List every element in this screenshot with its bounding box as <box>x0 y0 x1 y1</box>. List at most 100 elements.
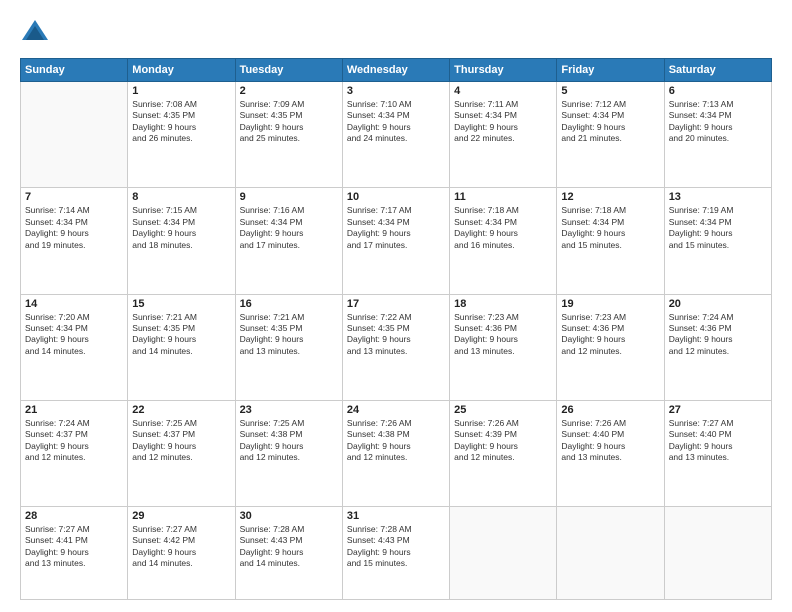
day-info: Sunrise: 7:27 AM Sunset: 4:41 PM Dayligh… <box>25 524 123 570</box>
day-info: Sunrise: 7:17 AM Sunset: 4:34 PM Dayligh… <box>347 205 445 251</box>
day-number: 19 <box>561 298 659 310</box>
calendar-day-cell <box>557 507 664 600</box>
day-number: 27 <box>669 404 767 416</box>
day-info: Sunrise: 7:24 AM Sunset: 4:36 PM Dayligh… <box>669 312 767 358</box>
day-info: Sunrise: 7:14 AM Sunset: 4:34 PM Dayligh… <box>25 205 123 251</box>
day-info: Sunrise: 7:26 AM Sunset: 4:38 PM Dayligh… <box>347 418 445 464</box>
calendar-day-cell: 24 Sunrise: 7:26 AM Sunset: 4:38 PM Dayli… <box>342 400 449 506</box>
calendar-day-cell: 6 Sunrise: 7:13 AM Sunset: 4:34 PM Daylig… <box>664 82 771 188</box>
day-info: Sunrise: 7:23 AM Sunset: 4:36 PM Dayligh… <box>454 312 552 358</box>
day-number: 6 <box>669 85 767 97</box>
calendar-day-cell: 3Sunrise: 7:10 AM Sunset: 4:34 PM Daylig… <box>342 82 449 188</box>
day-info: Sunrise: 7:21 AM Sunset: 4:35 PM Dayligh… <box>240 312 338 358</box>
day-info: Sunrise: 7:18 AM Sunset: 4:34 PM Dayligh… <box>454 205 552 251</box>
calendar-day-cell <box>450 507 557 600</box>
day-info: Sunrise: 7:27 AM Sunset: 4:42 PM Dayligh… <box>132 524 230 570</box>
calendar-day-cell: 8 Sunrise: 7:15 AM Sunset: 4:34 PM Daylig… <box>128 188 235 294</box>
day-number: 8 <box>132 191 230 203</box>
calendar-day-cell: 5Sunrise: 7:12 AM Sunset: 4:34 PM Daylig… <box>557 82 664 188</box>
day-number: 21 <box>25 404 123 416</box>
day-number: 14 <box>25 298 123 310</box>
day-number: 29 <box>132 510 230 522</box>
day-info: Sunrise: 7:25 AM Sunset: 4:38 PM Dayligh… <box>240 418 338 464</box>
day-info: Sunrise: 7:08 AM Sunset: 4:35 PM Dayligh… <box>132 99 230 145</box>
day-info: Sunrise: 7:20 AM Sunset: 4:34 PM Dayligh… <box>25 312 123 358</box>
calendar-day-cell: 1 Sunrise: 7:08 AM Sunset: 4:35 PM Daylig… <box>128 82 235 188</box>
calendar-day-cell: 26Sunrise: 7:26 AM Sunset: 4:40 PM Dayli… <box>557 400 664 506</box>
calendar-day-cell: 19 Sunrise: 7:23 AM Sunset: 4:36 PM Dayli… <box>557 294 664 400</box>
calendar-day-cell: 31Sunrise: 7:28 AM Sunset: 4:43 PM Dayli… <box>342 507 449 600</box>
day-number: 15 <box>132 298 230 310</box>
day-info: Sunrise: 7:19 AM Sunset: 4:34 PM Dayligh… <box>669 205 767 251</box>
day-info: Sunrise: 7:27 AM Sunset: 4:40 PM Dayligh… <box>669 418 767 464</box>
day-number: 31 <box>347 510 445 522</box>
calendar-day-cell: 11Sunrise: 7:18 AM Sunset: 4:34 PM Dayli… <box>450 188 557 294</box>
calendar-day-cell: 9 Sunrise: 7:16 AM Sunset: 4:34 PM Daylig… <box>235 188 342 294</box>
calendar: SundayMondayTuesdayWednesdayThursdayFrid… <box>20 58 772 600</box>
day-number: 25 <box>454 404 552 416</box>
day-number: 2 <box>240 85 338 97</box>
calendar-week-row: 28 Sunrise: 7:27 AM Sunset: 4:41 PM Dayli… <box>21 507 772 600</box>
day-number: 9 <box>240 191 338 203</box>
day-info: Sunrise: 7:11 AM Sunset: 4:34 PM Dayligh… <box>454 99 552 145</box>
calendar-week-row: 21 Sunrise: 7:24 AM Sunset: 4:37 PM Dayli… <box>21 400 772 506</box>
day-info: Sunrise: 7:21 AM Sunset: 4:35 PM Dayligh… <box>132 312 230 358</box>
weekday-header-cell: Wednesday <box>342 59 449 82</box>
day-info: Sunrise: 7:23 AM Sunset: 4:36 PM Dayligh… <box>561 312 659 358</box>
day-info: Sunrise: 7:25 AM Sunset: 4:37 PM Dayligh… <box>132 418 230 464</box>
calendar-day-cell: 30 Sunrise: 7:28 AM Sunset: 4:43 PM Dayli… <box>235 507 342 600</box>
calendar-week-row: 14 Sunrise: 7:20 AM Sunset: 4:34 PM Dayli… <box>21 294 772 400</box>
weekday-header-cell: Saturday <box>664 59 771 82</box>
calendar-day-cell: 10 Sunrise: 7:17 AM Sunset: 4:34 PM Dayli… <box>342 188 449 294</box>
day-info: Sunrise: 7:24 AM Sunset: 4:37 PM Dayligh… <box>25 418 123 464</box>
calendar-day-cell: 16Sunrise: 7:21 AM Sunset: 4:35 PM Dayli… <box>235 294 342 400</box>
calendar-day-cell <box>21 82 128 188</box>
logo-icon <box>20 18 50 48</box>
calendar-day-cell: 2Sunrise: 7:09 AM Sunset: 4:35 PM Daylig… <box>235 82 342 188</box>
weekday-header-cell: Thursday <box>450 59 557 82</box>
calendar-day-cell: 12 Sunrise: 7:18 AM Sunset: 4:34 PM Dayli… <box>557 188 664 294</box>
weekday-header-cell: Tuesday <box>235 59 342 82</box>
weekday-header-cell: Friday <box>557 59 664 82</box>
calendar-day-cell: 17 Sunrise: 7:22 AM Sunset: 4:35 PM Dayli… <box>342 294 449 400</box>
calendar-day-cell: 23 Sunrise: 7:25 AM Sunset: 4:38 PM Dayli… <box>235 400 342 506</box>
calendar-week-row: 1 Sunrise: 7:08 AM Sunset: 4:35 PM Daylig… <box>21 82 772 188</box>
calendar-day-cell: 27 Sunrise: 7:27 AM Sunset: 4:40 PM Dayli… <box>664 400 771 506</box>
calendar-day-cell: 25 Sunrise: 7:26 AM Sunset: 4:39 PM Dayli… <box>450 400 557 506</box>
weekday-header-cell: Monday <box>128 59 235 82</box>
day-number: 24 <box>347 404 445 416</box>
calendar-day-cell: 20 Sunrise: 7:24 AM Sunset: 4:36 PM Dayli… <box>664 294 771 400</box>
day-info: Sunrise: 7:13 AM Sunset: 4:34 PM Dayligh… <box>669 99 767 145</box>
weekday-header-cell: Sunday <box>21 59 128 82</box>
day-number: 5 <box>561 85 659 97</box>
day-number: 10 <box>347 191 445 203</box>
day-number: 17 <box>347 298 445 310</box>
calendar-day-cell: 15 Sunrise: 7:21 AM Sunset: 4:35 PM Dayli… <box>128 294 235 400</box>
calendar-day-cell: 28 Sunrise: 7:27 AM Sunset: 4:41 PM Dayli… <box>21 507 128 600</box>
day-info: Sunrise: 7:28 AM Sunset: 4:43 PM Dayligh… <box>240 524 338 570</box>
day-number: 1 <box>132 85 230 97</box>
calendar-day-cell: 4 Sunrise: 7:11 AM Sunset: 4:34 PM Daylig… <box>450 82 557 188</box>
day-number: 13 <box>669 191 767 203</box>
day-info: Sunrise: 7:18 AM Sunset: 4:34 PM Dayligh… <box>561 205 659 251</box>
calendar-week-row: 7Sunrise: 7:14 AM Sunset: 4:34 PM Daylig… <box>21 188 772 294</box>
day-info: Sunrise: 7:26 AM Sunset: 4:39 PM Dayligh… <box>454 418 552 464</box>
day-number: 28 <box>25 510 123 522</box>
day-info: Sunrise: 7:16 AM Sunset: 4:34 PM Dayligh… <box>240 205 338 251</box>
day-number: 18 <box>454 298 552 310</box>
calendar-day-cell: 22Sunrise: 7:25 AM Sunset: 4:37 PM Dayli… <box>128 400 235 506</box>
day-number: 23 <box>240 404 338 416</box>
day-number: 4 <box>454 85 552 97</box>
calendar-day-cell: 21 Sunrise: 7:24 AM Sunset: 4:37 PM Dayli… <box>21 400 128 506</box>
calendar-day-cell: 13 Sunrise: 7:19 AM Sunset: 4:34 PM Dayli… <box>664 188 771 294</box>
day-info: Sunrise: 7:22 AM Sunset: 4:35 PM Dayligh… <box>347 312 445 358</box>
day-number: 30 <box>240 510 338 522</box>
calendar-day-cell: 7Sunrise: 7:14 AM Sunset: 4:34 PM Daylig… <box>21 188 128 294</box>
day-number: 20 <box>669 298 767 310</box>
day-number: 3 <box>347 85 445 97</box>
calendar-day-cell <box>664 507 771 600</box>
calendar-day-cell: 14 Sunrise: 7:20 AM Sunset: 4:34 PM Dayli… <box>21 294 128 400</box>
day-info: Sunrise: 7:15 AM Sunset: 4:34 PM Dayligh… <box>132 205 230 251</box>
day-number: 12 <box>561 191 659 203</box>
calendar-day-cell: 29 Sunrise: 7:27 AM Sunset: 4:42 PM Dayli… <box>128 507 235 600</box>
